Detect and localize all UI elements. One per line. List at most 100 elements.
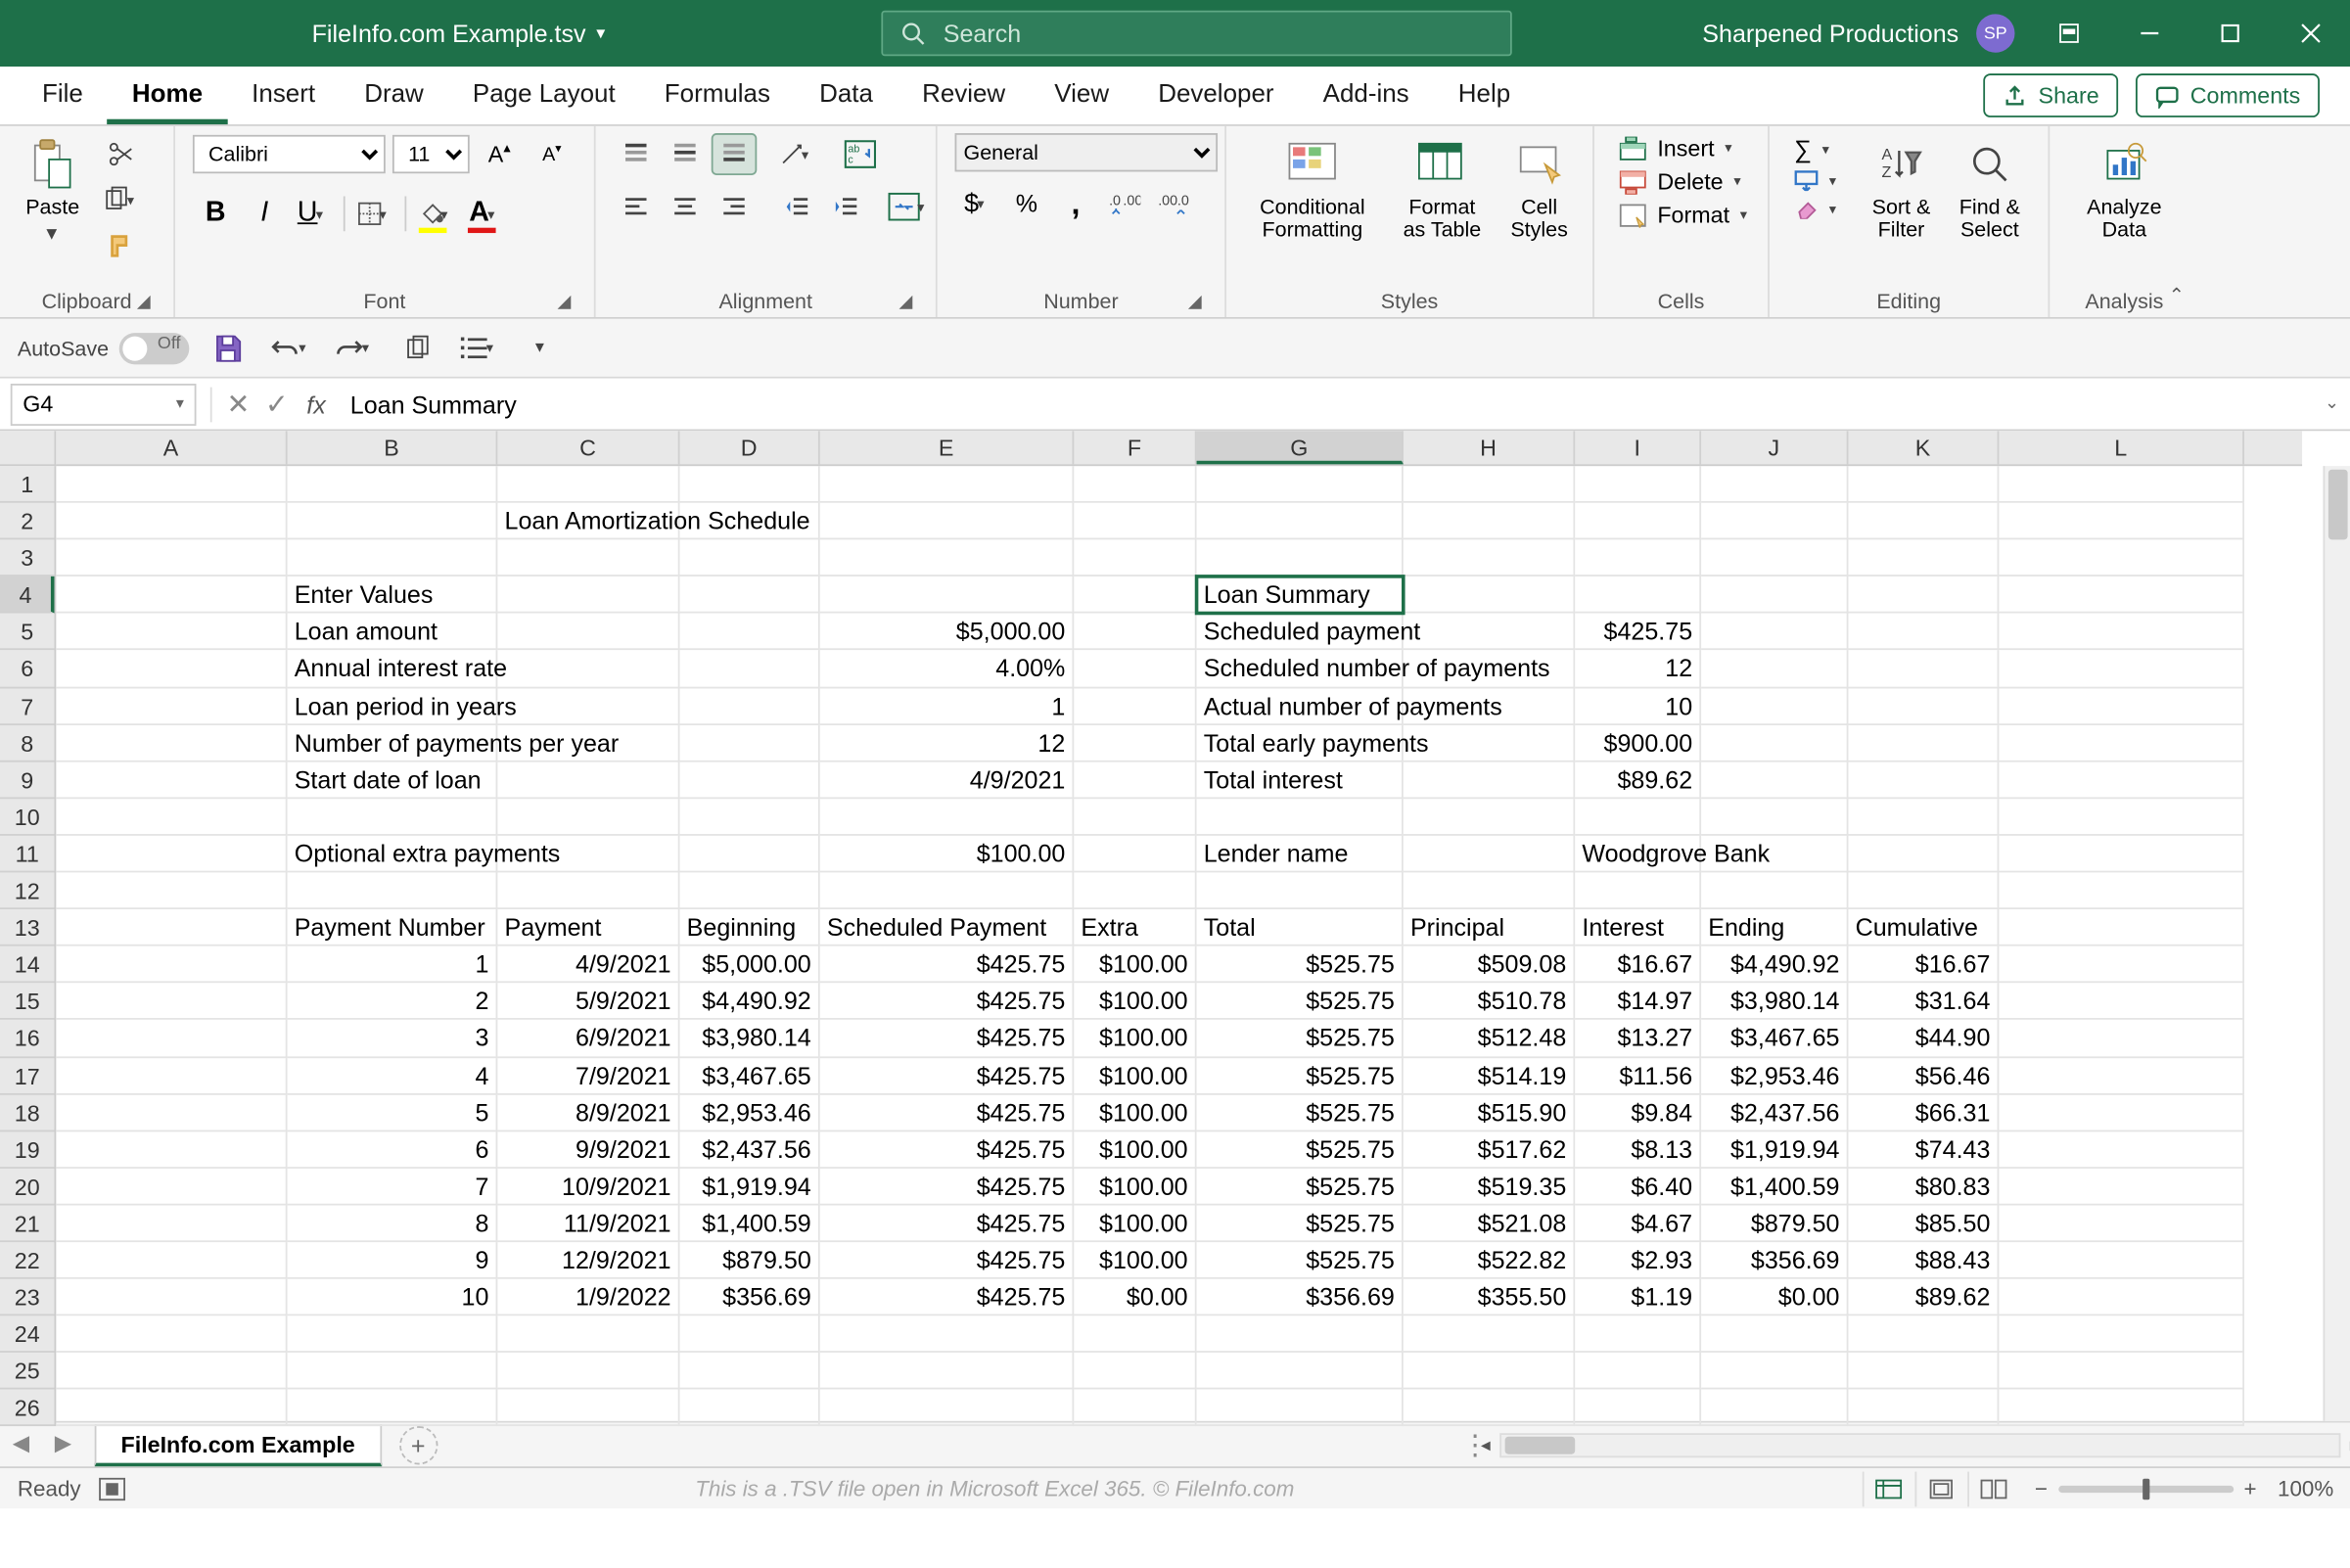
cell-J6[interactable] [1701,651,1848,688]
cell-G23[interactable]: $356.69 [1197,1279,1404,1316]
tab-formulas[interactable]: Formulas [640,69,795,124]
cell-J4[interactable] [1701,576,1848,614]
autosave-toggle[interactable]: AutoSave Off [18,332,190,363]
cell-C3[interactable] [497,540,679,577]
select-all-corner[interactable] [0,431,56,466]
font-launcher[interactable]: ◢ [552,289,576,313]
cell-C13[interactable]: Payment [497,909,679,946]
cell-F14[interactable]: $100.00 [1074,946,1196,984]
search-box[interactable]: Search [882,11,1512,57]
cell-H14[interactable]: $509.08 [1404,946,1575,984]
cell-J11[interactable] [1701,836,1848,873]
borders-button[interactable]: ▾ [352,193,398,235]
cell-F22[interactable]: $100.00 [1074,1242,1196,1279]
fill-button[interactable]: ▾ [1787,168,1843,193]
cell-D11[interactable] [680,836,820,873]
cell-F15[interactable]: $100.00 [1074,984,1196,1021]
cell-E2[interactable] [820,503,1075,540]
cell-K20[interactable]: $80.83 [1848,1169,1999,1206]
cell-F2[interactable] [1074,503,1196,540]
cell-I7[interactable]: 10 [1575,688,1701,725]
cell-G25[interactable] [1197,1353,1404,1390]
cell-A10[interactable] [56,799,287,836]
cell-C5[interactable] [497,614,679,651]
cell-C1[interactable] [497,466,679,503]
conditional-formatting-button[interactable]: Conditional Formatting [1244,133,1381,246]
row-header-20[interactable]: 20 [0,1169,54,1206]
cell-C17[interactable]: 7/9/2021 [497,1057,679,1094]
tab-review[interactable]: Review [898,69,1030,124]
cell-E20[interactable]: $425.75 [820,1169,1075,1206]
cell-D19[interactable]: $2,437.56 [680,1131,820,1169]
cell-J21[interactable]: $879.50 [1701,1205,1848,1242]
cell-L24[interactable] [1999,1316,2244,1354]
new-sheet-button[interactable]: + [399,1425,438,1463]
cell-C2[interactable]: Loan Amortization Schedule [497,503,679,540]
column-header-H[interactable]: H [1404,431,1575,464]
cut-button[interactable] [98,133,144,175]
tab-view[interactable]: View [1030,69,1133,124]
zoom-out-button[interactable]: − [2035,1476,2048,1500]
cell-L22[interactable] [1999,1242,2244,1279]
cell-H26[interactable] [1404,1390,1575,1427]
format-painter-button[interactable] [98,224,144,266]
cell-J20[interactable]: $1,400.59 [1701,1169,1848,1206]
find-select-button[interactable]: Find & Select [1949,133,2031,246]
cell-L7[interactable] [1999,688,2244,725]
zoom-handle[interactable] [2143,1478,2149,1499]
cell-I16[interactable]: $13.27 [1575,1021,1701,1058]
decrease-decimal-button[interactable]: .00.0 [1151,182,1197,224]
cell-G6[interactable]: Scheduled number of payments [1197,651,1404,688]
cell-E15[interactable]: $425.75 [820,984,1075,1021]
row-header-24[interactable]: 24 [0,1316,54,1354]
cell-F13[interactable]: Extra [1074,909,1196,946]
column-header-A[interactable]: A [56,431,287,464]
tab-developer[interactable]: Developer [1133,69,1298,124]
cell-I13[interactable]: Interest [1575,909,1701,946]
cell-L19[interactable] [1999,1131,2244,1169]
align-right-button[interactable] [712,186,758,228]
cell-I9[interactable]: $89.62 [1575,761,1701,799]
cell-E14[interactable]: $425.75 [820,946,1075,984]
row-header-12[interactable]: 12 [0,872,54,909]
cell-H8[interactable] [1404,724,1575,761]
row-header-18[interactable]: 18 [0,1094,54,1131]
cell-I17[interactable]: $11.56 [1575,1057,1701,1094]
font-size-select[interactable]: 11 [392,135,470,173]
cell-F1[interactable] [1074,466,1196,503]
cell-C19[interactable]: 9/9/2021 [497,1131,679,1169]
analyze-data-button[interactable]: Analyze Data [2067,133,2181,246]
cell-B4[interactable]: Enter Values [288,576,498,614]
cell-G18[interactable]: $525.75 [1197,1094,1404,1131]
cell-L18[interactable] [1999,1094,2244,1131]
cell-G9[interactable]: Total interest [1197,761,1404,799]
cell-F5[interactable] [1074,614,1196,651]
cell-I5[interactable]: $425.75 [1575,614,1701,651]
cell-C21[interactable]: 11/9/2021 [497,1205,679,1242]
cell-K6[interactable] [1848,651,1999,688]
cell-A18[interactable] [56,1094,287,1131]
row-header-19[interactable]: 19 [0,1131,54,1169]
cell-G22[interactable]: $525.75 [1197,1242,1404,1279]
comma-format-button[interactable]: , [1053,182,1099,224]
cell-A17[interactable] [56,1057,287,1094]
cell-I4[interactable] [1575,576,1701,614]
cell-A11[interactable] [56,836,287,873]
cell-D3[interactable] [680,540,820,577]
cell-H5[interactable] [1404,614,1575,651]
cell-styles-button[interactable]: Cell Styles [1503,133,1575,246]
cell-L20[interactable] [1999,1169,2244,1206]
font-color-button[interactable]: A▾ [463,193,509,235]
cell-L4[interactable] [1999,576,2244,614]
cell-K24[interactable] [1848,1316,1999,1354]
column-header-E[interactable]: E [820,431,1075,464]
cell-D5[interactable] [680,614,820,651]
cell-G15[interactable]: $525.75 [1197,984,1404,1021]
account-area[interactable]: Sharpened Productions SP [1702,14,2029,52]
cell-K13[interactable]: Cumulative [1848,909,1999,946]
collapse-ribbon-button[interactable]: ⌃ [2169,284,2186,306]
cell-B3[interactable] [288,540,498,577]
cell-C11[interactable] [497,836,679,873]
cell-E4[interactable] [820,576,1075,614]
cell-L26[interactable] [1999,1390,2244,1427]
